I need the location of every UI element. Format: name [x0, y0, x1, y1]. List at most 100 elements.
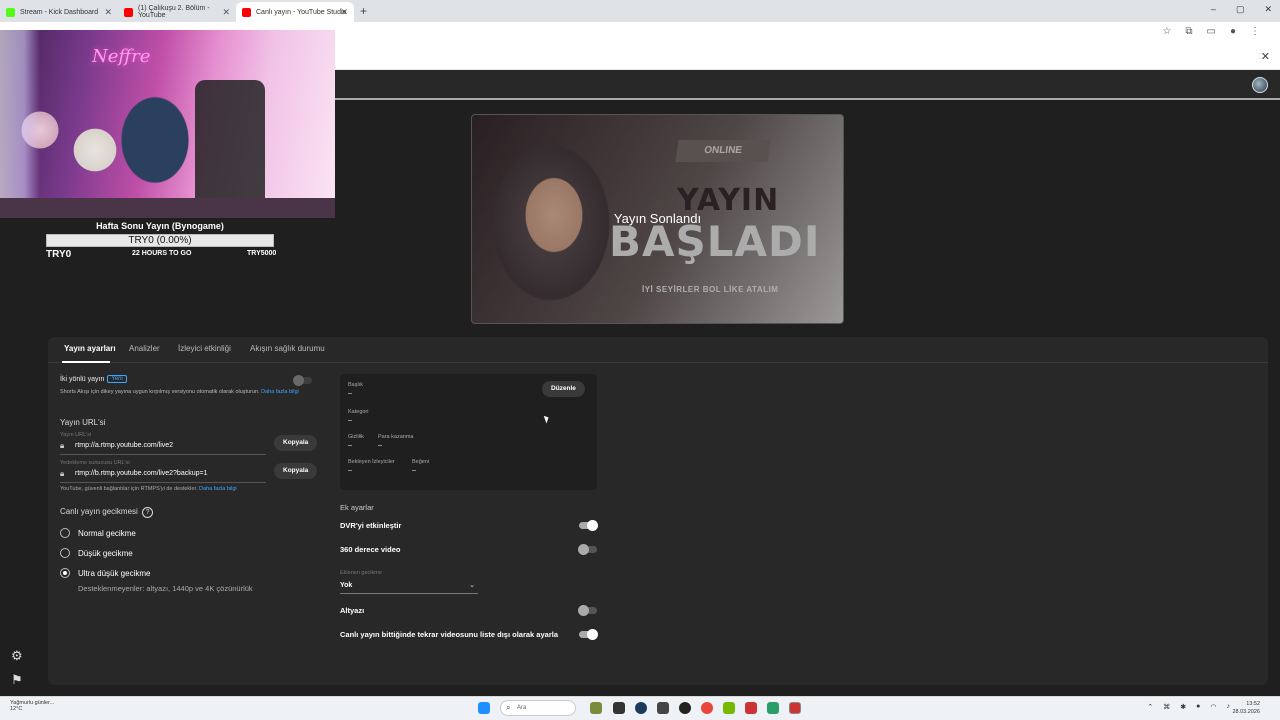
two-way-stream-label: İki yönlü yayın [60, 375, 105, 383]
copy-stream-url-button[interactable]: Kopyala [274, 435, 318, 451]
wifi-icon[interactable]: ◠ [1210, 703, 1216, 711]
bookmark-star-icon[interactable]: ☆ [1162, 26, 1171, 37]
goal-title: Hafta Sonu Yayın (Bynogame) [96, 221, 224, 231]
chevron-up-icon[interactable]: ⌃ [1147, 703, 1153, 711]
weather-temp: 12°C [10, 706, 23, 712]
address-bar-actions: ☆ ⧉ ▭ ● ⋮ [1162, 26, 1260, 37]
app-icon-green[interactable] [767, 702, 779, 714]
steam-icon[interactable] [635, 702, 647, 714]
search-placeholder: Ara [517, 705, 527, 711]
unlist-replay-toggle[interactable] [579, 629, 598, 640]
menu-kebab-icon[interactable]: ⋮ [1250, 26, 1260, 37]
network-icon[interactable]: ⌘ [1163, 703, 1170, 711]
rtmps-note-text: YouTube, güvenli bağlantılar için RTMPS'… [60, 486, 198, 492]
copy-backup-url-button[interactable]: Kopyala [274, 463, 318, 479]
stream-url-value: rtmp://a.rtmp.youtube.com/live2 [75, 442, 174, 449]
new-tab-button[interactable]: + [360, 4, 367, 18]
tab-stream-settings[interactable]: Yayın ayarları [64, 344, 116, 353]
nvidia-icon[interactable] [723, 702, 735, 714]
stream-url-field[interactable]: 🔒︎ rtmp://a.rtmp.youtube.com/live2 [60, 439, 266, 455]
avatar[interactable] [1252, 77, 1268, 93]
extra-settings-heading: Ek ayarlar [340, 503, 374, 512]
goal-target: TRY5000 [247, 250, 277, 257]
file-explorer-icon[interactable] [613, 702, 625, 714]
active-tab-underline [62, 361, 110, 363]
browser-tabbar: Stream - Kick Dashboard ✕ (1) Çalıkuşu 2… [0, 0, 1280, 22]
windows-taskbar: Yağmurlu günler... 12°C ⌕ Ara ⌃ ⌘ ✱ ● ◠ … [0, 696, 1280, 720]
close-tab-icon[interactable]: ✕ [340, 7, 348, 18]
lock-icon: 🔒︎ [60, 469, 65, 478]
added-delay-value: Yok [340, 582, 353, 589]
feedback-icon[interactable]: ⚑ [11, 672, 23, 688]
category-value: – [348, 417, 352, 424]
clock[interactable]: 13:52 28.03.2026 [1232, 700, 1260, 716]
browser-tab-youtube[interactable]: (1) Çalıkuşu 2. Bölüm - YouTube ✕ [118, 2, 236, 22]
active-app-icon[interactable] [789, 702, 801, 714]
minimize-icon[interactable]: – [1211, 4, 1216, 15]
added-delay-select[interactable]: Yok ⌄ [340, 580, 478, 594]
help-icon[interactable]: ? [142, 507, 154, 518]
latency-normal-label: Normal gecikme [78, 529, 136, 538]
taskbar-search[interactable]: ⌕ Ara [500, 700, 576, 716]
waiting-viewers-value: – [348, 467, 352, 474]
desk [0, 198, 335, 218]
close-infobar-icon[interactable]: ✕ [1261, 50, 1270, 63]
goal-current: TRY0 [46, 249, 72, 260]
goal-progress-bar: TRY0 (0.00%) [46, 234, 274, 247]
rtmps-learn-more-link[interactable]: Daha fazla bilgi [199, 486, 237, 492]
latency-heading-text: Canlı yayın gecikmesi [60, 507, 138, 516]
gear-icon[interactable]: ⚙ [11, 648, 23, 664]
browser-tab-studio[interactable]: Canlı yayın - YouTube Studio ✕ [236, 2, 354, 22]
stream-ended-status: Yayın Sonlandı [613, 211, 702, 226]
privacy-label: Gizlilik [348, 434, 364, 440]
dvr-toggle[interactable] [579, 520, 598, 531]
browser-tab-kick[interactable]: Stream - Kick Dashboard ✕ [0, 2, 118, 22]
tab-stream-health[interactable]: Akışın sağlık durumu [250, 344, 325, 353]
latency-normal-radio[interactable] [60, 528, 70, 538]
epic-games-icon[interactable] [657, 702, 669, 714]
close-window-icon[interactable]: ✕ [1264, 4, 1272, 15]
widgets-icon[interactable] [590, 702, 602, 714]
lock-icon: 🔒︎ [60, 441, 65, 450]
likes-label: Beğeni [412, 459, 430, 465]
dvr-label: DVR'yi etkinleştir [340, 521, 402, 530]
tab-title: Stream - Kick Dashboard [20, 8, 99, 16]
close-tab-icon[interactable]: ✕ [222, 7, 230, 18]
obs-icon[interactable] [679, 702, 691, 714]
volume-icon[interactable]: ♪ [1227, 703, 1231, 711]
clock-date: 28.03.2026 [1232, 709, 1260, 715]
bluetooth-icon[interactable]: ✱ [1180, 703, 1186, 711]
start-icon[interactable] [478, 702, 490, 714]
chrome-icon[interactable] [701, 702, 713, 714]
system-tray: ⌃ ⌘ ✱ ● ◠ ♪ [1147, 703, 1230, 711]
v360-toggle[interactable] [578, 544, 597, 555]
two-way-stream-toggle[interactable] [293, 375, 312, 386]
kick-favicon-icon [6, 7, 15, 17]
stream-preview[interactable]: ONLINE YAYIN BAŞLADI İYİ SEYİRLER BOL Lİ… [471, 114, 844, 324]
latency-ultra-low-radio[interactable] [60, 568, 70, 578]
window-controls: – ▢ ✕ [1211, 4, 1272, 15]
tab-analytics[interactable]: Analizler [129, 344, 160, 353]
clock-time: 13:52 [1246, 701, 1260, 707]
sidebar-icon[interactable]: ▭ [1207, 26, 1216, 37]
mic-icon[interactable]: ● [1196, 703, 1200, 711]
backup-url-value: rtmp://b.rtmp.youtube.com/live2?backup=1 [75, 470, 208, 477]
stream-settings-panel: Yayın ayarları Analizler İzleyici etkinl… [48, 337, 1268, 685]
maximize-icon[interactable]: ▢ [1236, 4, 1245, 15]
backup-url-field[interactable]: 🔒︎ rtmp://b.rtmp.youtube.com/live2?backu… [60, 467, 266, 483]
learn-more-link-line2[interactable]: bilgi [289, 389, 299, 395]
close-tab-icon[interactable]: ✕ [104, 7, 112, 18]
tab-viewer-activity[interactable]: İzleyici etkinliği [178, 344, 231, 353]
captions-toggle[interactable] [578, 605, 597, 616]
extensions-icon[interactable]: ⧉ [1185, 26, 1192, 37]
youtube-favicon-icon [124, 7, 133, 17]
profile-icon[interactable]: ● [1230, 26, 1236, 37]
stream-url-field-label: Yayın URL'si [60, 432, 92, 438]
weather-widget[interactable]: Yağmurlu günler... 12°C [10, 700, 54, 712]
pc-case-lights [0, 30, 40, 218]
stream-url-heading: Yayın URL'si [60, 418, 106, 427]
learn-more-link[interactable]: Daha fazla [261, 389, 287, 395]
latency-low-radio[interactable] [60, 548, 70, 558]
app-icon[interactable] [745, 702, 757, 714]
edit-details-button[interactable]: Düzenle [542, 381, 585, 397]
